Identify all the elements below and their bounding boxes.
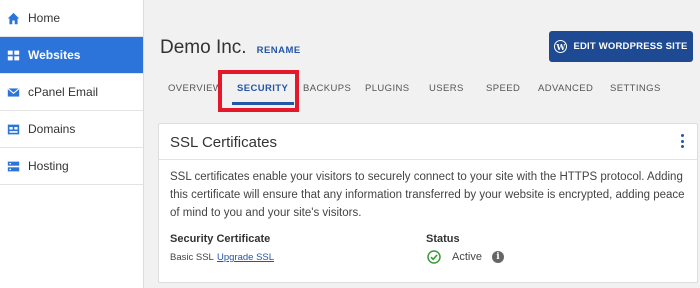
sidebar-item-label: Domains bbox=[28, 122, 76, 136]
card-title: SSL Certificates bbox=[170, 134, 277, 151]
home-icon bbox=[4, 10, 22, 26]
websites-icon bbox=[4, 47, 22, 63]
hosting-icon bbox=[4, 158, 22, 174]
title-row: Demo Inc. RENAME bbox=[160, 37, 301, 59]
sidebar-item-label: cPanel Email bbox=[28, 85, 99, 99]
sidebar-item-domains[interactable]: Domains bbox=[0, 111, 143, 148]
tab-advanced[interactable]: ADVANCED bbox=[538, 83, 593, 94]
main-content: Demo Inc. RENAME W EDIT WORDPRESS SITE O… bbox=[144, 0, 700, 288]
sidebar-item-label: Websites bbox=[28, 48, 81, 62]
certificate-value: Basic SSL bbox=[170, 252, 214, 263]
sidebar-item-label: Home bbox=[28, 11, 61, 25]
sidebar-item-cpanel-email[interactable]: cPanel Email bbox=[0, 74, 143, 111]
highlight-box bbox=[218, 70, 299, 112]
tab-speed[interactable]: SPEED bbox=[486, 83, 520, 94]
card-description: SSL certificates enable your visitors to… bbox=[170, 171, 685, 219]
divider bbox=[159, 159, 697, 160]
sidebar: Home Websites cPanel Email Domains Hosti… bbox=[0, 0, 144, 288]
sidebar-item-hosting[interactable]: Hosting bbox=[0, 148, 143, 185]
tab-users[interactable]: USERS bbox=[429, 83, 464, 94]
domains-icon bbox=[4, 121, 22, 137]
status-value: Active bbox=[452, 251, 482, 263]
wordpress-icon: W bbox=[554, 40, 568, 53]
tab-overview[interactable]: OVERVIEW bbox=[168, 83, 222, 94]
info-icon[interactable]: i bbox=[492, 251, 504, 263]
tab-backups[interactable]: BACKUPS bbox=[303, 83, 351, 94]
rename-link[interactable]: RENAME bbox=[257, 45, 301, 56]
email-icon bbox=[4, 84, 22, 100]
sidebar-item-websites[interactable]: Websites bbox=[0, 37, 143, 74]
ssl-certificates-card: SSL Certificates SSL certificates enable… bbox=[158, 123, 698, 283]
tab-settings[interactable]: SETTINGS bbox=[610, 83, 661, 94]
status-label: Status bbox=[426, 233, 460, 245]
sidebar-item-home[interactable]: Home bbox=[0, 0, 143, 37]
page-title: Demo Inc. bbox=[160, 37, 247, 58]
edit-wordpress-site-button[interactable]: W EDIT WORDPRESS SITE bbox=[549, 31, 693, 62]
tab-plugins[interactable]: PLUGINS bbox=[365, 83, 410, 94]
check-circle-icon bbox=[427, 250, 441, 264]
upgrade-ssl-link[interactable]: Upgrade SSL bbox=[217, 252, 274, 263]
more-options-icon[interactable] bbox=[679, 134, 685, 148]
security-certificate-label: Security Certificate bbox=[170, 233, 271, 245]
sidebar-item-label: Hosting bbox=[28, 159, 69, 173]
edit-wordpress-site-label: EDIT WORDPRESS SITE bbox=[573, 41, 688, 52]
